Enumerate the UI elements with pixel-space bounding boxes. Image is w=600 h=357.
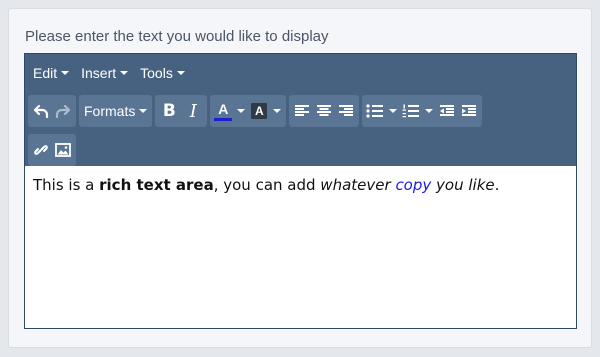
menu-tools[interactable]: Tools <box>138 61 191 85</box>
list-group <box>362 95 483 127</box>
menu-edit-label: Edit <box>33 65 58 81</box>
content-bold-text: rich text area <box>99 176 214 194</box>
numbered-list-icon <box>402 104 420 118</box>
align-left-button[interactable] <box>291 97 313 125</box>
italic-button[interactable]: I <box>181 97 205 125</box>
link-icon <box>34 145 48 155</box>
content-text: . <box>494 176 500 194</box>
form-card: Please enter the text you would like to … <box>8 8 592 348</box>
field-label: Please enter the text you would like to … <box>25 28 329 45</box>
chevron-down-icon <box>273 109 282 113</box>
undo-icon <box>33 104 49 119</box>
text-style-group: B I <box>155 95 208 127</box>
formats-label: Formats <box>84 103 136 119</box>
chevron-down-icon <box>120 71 129 75</box>
chevron-down-icon <box>425 109 434 113</box>
align-right-button[interactable] <box>335 97 357 125</box>
font-color-icon: A <box>218 101 229 117</box>
align-left-icon <box>295 105 310 116</box>
chevron-down-icon <box>237 109 246 113</box>
font-color-swatch <box>214 118 233 121</box>
content-text: This is a <box>33 176 100 194</box>
align-center-icon <box>317 105 332 116</box>
undo-button[interactable] <box>30 97 52 125</box>
content-italic-text: you like <box>431 176 495 194</box>
chevron-down-icon <box>389 109 398 113</box>
toolbar-row-1: Formats B I A A <box>28 95 485 127</box>
background-color-dropdown[interactable] <box>270 97 284 125</box>
bold-icon: B <box>162 101 176 121</box>
bullet-list-icon <box>366 104 384 118</box>
editor-chrome: Edit Insert Tools Formats B I A A <box>25 54 576 166</box>
chevron-down-icon <box>176 71 185 75</box>
align-right-icon <box>339 105 354 116</box>
bullet-list-button[interactable] <box>364 97 386 125</box>
image-icon <box>55 143 71 157</box>
history-group <box>28 95 76 127</box>
font-color-button[interactable]: A <box>212 97 234 125</box>
indent-icon <box>462 105 477 116</box>
insert-group <box>28 134 76 166</box>
menu-edit[interactable]: Edit <box>31 61 75 85</box>
menu-insert-label: Insert <box>81 65 117 81</box>
align-center-button[interactable] <box>313 97 335 125</box>
toolbar-row-2 <box>28 134 79 166</box>
insert-image-button[interactable] <box>52 136 74 164</box>
menu-insert[interactable]: Insert <box>79 61 134 85</box>
chevron-down-icon <box>61 71 70 75</box>
redo-icon <box>55 104 71 119</box>
align-group <box>289 95 360 127</box>
outdent-button[interactable] <box>436 97 458 125</box>
formats-group: Formats <box>79 95 153 127</box>
color-group: A A <box>210 95 287 127</box>
redo-button[interactable] <box>52 97 74 125</box>
chevron-down-icon <box>139 109 148 113</box>
numbered-list-button[interactable] <box>400 97 422 125</box>
font-color-dropdown[interactable] <box>234 97 248 125</box>
indent-button[interactable] <box>458 97 480 125</box>
menu-tools-label: Tools <box>140 65 173 81</box>
formats-dropdown[interactable]: Formats <box>81 97 150 125</box>
insert-link-button[interactable] <box>30 136 52 164</box>
background-color-button[interactable]: A <box>248 97 270 125</box>
rich-text-editor: Edit Insert Tools Formats B I A A This i… <box>24 53 577 329</box>
outdent-icon <box>440 105 455 116</box>
italic-icon: I <box>189 100 197 122</box>
bold-button[interactable]: B <box>157 97 181 125</box>
editor-content[interactable]: This is a rich text area, you can add wh… <box>25 166 576 204</box>
bullet-list-dropdown[interactable] <box>386 97 400 125</box>
content-italic-text: whatever <box>320 176 391 194</box>
content-text: , you can add <box>213 176 321 194</box>
background-color-icon: A <box>251 103 268 119</box>
menubar: Edit Insert Tools <box>25 54 576 92</box>
content-colored-text: copy <box>395 176 432 194</box>
numbered-list-dropdown[interactable] <box>422 97 436 125</box>
